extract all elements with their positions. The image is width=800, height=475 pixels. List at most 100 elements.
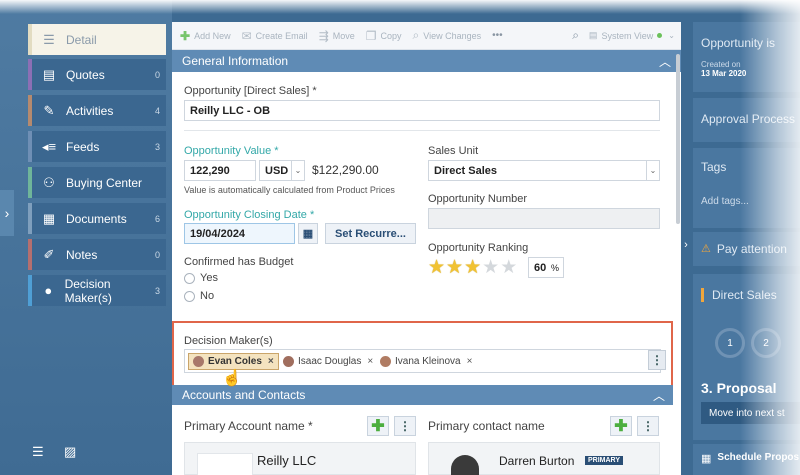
star-icon[interactable]: ★ [482,258,499,277]
approval-process[interactable]: Approval Process [693,98,800,142]
plus-icon: ✚ [180,28,191,43]
quotes-icon: ▤ [42,66,56,82]
close-icon[interactable]: × [467,356,473,367]
schedule-proposal-button[interactable]: ▦ Schedule Propos [693,444,800,475]
view-icon: ▤ [588,30,598,40]
left-sidebar: › ☰ Detail ▤ Quotes 0 ✎ Activities 4 ◂≡ … [0,0,172,475]
sidebar-item-label: Buying Center [66,175,143,190]
account-menu-button[interactable]: ⋮ [394,416,416,436]
opportunity-name-input[interactable]: Reilly LLC - OB [184,100,660,121]
documents-icon: ▦ [42,210,56,226]
star-icon[interactable]: ★ [500,258,517,277]
close-icon[interactable]: × [367,356,373,367]
create-email-button[interactable]: ✉ Create Email [242,29,308,43]
more-actions-button[interactable]: ••• [492,30,503,41]
decision-makers-field[interactable]: Evan Coles × Isaac Douglas × Ivana Klein… [184,349,661,373]
sidebar-item-activities[interactable]: ✎ Activities 4 [28,95,166,126]
opportunity-summary: Opportunity is Created on 13 Mar 2020 [693,22,800,92]
budget-label: Confirmed has Budget [184,256,294,268]
star-icon[interactable]: ★ [446,258,463,277]
sidebar-item-label: Decision Maker(s) [64,276,112,305]
sidebar-item-label: Detail [66,32,97,47]
sidebar-item-detail[interactable]: ☰ Detail [28,24,166,55]
calendar-icon: ▦ [302,228,314,240]
primary-account-card[interactable]: Reilly LLC [184,442,416,475]
set-recurrence-button[interactable]: Set Recurre... [325,223,416,244]
add-new-button[interactable]: ✚ Add New [180,29,231,43]
accounts-contacts-header[interactable]: Accounts and Contacts ︿ [172,385,673,405]
calendar-icon: ▦ [701,453,712,465]
move-next-stage-button[interactable]: Move into next st [701,402,800,424]
sidebar-item-decision-makers[interactable]: ● Decision Maker(s) 3 [28,275,166,306]
ranking-stars[interactable]: ★ ★ ★ ★ ★ [428,258,518,277]
contact-menu-button[interactable]: ⋮ [637,416,659,436]
add-account-button[interactable]: ✚ [367,416,389,436]
sidebar-item-notes[interactable]: ✐ Notes 0 [28,239,166,270]
ranking-percent-input[interactable]: 60 % [528,257,564,278]
primary-contact-card[interactable]: Darren Burton PRIMARY [428,442,660,475]
view-changes-icon: ⌕ [412,28,420,42]
collapse-right-toggle[interactable]: › [681,230,691,260]
move-button[interactable]: ⇶ Move [319,29,355,43]
sidebar-item-feeds[interactable]: ◂≡ Feeds 3 [28,131,166,162]
tags-title: Tags [701,160,727,174]
budget-no-radio[interactable]: No [184,290,214,302]
opportunity-value-formatted: $122,290.00 [312,163,379,177]
chip-ivana-kleinova[interactable]: Ivana Kleinova × [380,353,472,370]
chip-isaac-douglas[interactable]: Isaac Douglas × [283,353,373,370]
view-changes-button[interactable]: ⌕ View Changes [413,28,482,43]
decision-makers-menu-button[interactable]: ⋮ [648,350,666,370]
detail-icon: ☰ [43,31,55,47]
stage-1[interactable]: 1 [715,328,745,358]
person-icon: ● [44,283,53,298]
add-tags-input[interactable]: Add tags... [701,196,800,207]
chevron-down-icon: ⌄ [646,161,659,180]
general-information-header[interactable]: General Information ︿ [172,50,681,72]
currency-select[interactable]: USD ⌄ [259,160,305,181]
toolbar: ✚ Add New ✉ Create Email ⇶ Move ❐ Copy ⌕ View… [172,22,681,50]
primary-contact-label: Primary contact name [428,419,545,433]
system-view-button[interactable]: ▤ System View ⌄ [589,30,675,41]
star-icon[interactable]: ★ [428,258,445,277]
budget-yes-radio[interactable]: Yes [184,272,218,284]
sidebar-item-quotes[interactable]: ▤ Quotes 0 [28,59,166,90]
calendar-button[interactable]: ▦ [298,223,318,244]
main-panel: ✚ Add New ✉ Create Email ⇶ Move ❐ Copy ⌕ View… [172,22,681,475]
copy-icon: ❐ [365,28,377,43]
sidebar-item-documents[interactable]: ▦ Documents 6 [28,203,166,234]
copy-button[interactable]: ❐ Copy [366,29,402,43]
opportunity-number-input[interactable] [428,208,660,229]
sidebar-item-buying-center[interactable]: ⚇ Buying Center [28,167,166,198]
stage-2[interactable]: 2 [751,328,781,358]
opportunity-label: Opportunity [Direct Sales] * [184,85,317,97]
sidebar-item-label: Documents [66,211,127,226]
add-contact-button[interactable]: ✚ [610,416,632,436]
opportunity-value-input[interactable]: 122,290 [184,160,256,181]
sidebar-item-count: 3 [154,285,160,296]
email-icon: ✉ [241,28,252,43]
vertical-dots-icon: ⋮ [399,419,411,433]
search-icon[interactable]: ⌕ [572,28,579,43]
close-icon[interactable]: × [268,356,274,367]
attention-panel[interactable]: ⚠ Pay attention [693,232,800,266]
divider [184,130,660,131]
edit-layout-icon[interactable]: ▨ [64,444,76,460]
sidebar-item-count: 3 [154,141,160,152]
expand-left-toggle[interactable]: › [0,190,14,236]
chevron-down-icon: ⌄ [291,161,304,180]
form-area: Opportunity [Direct Sales] * Reilly LLC … [172,72,673,475]
ranking-label: Opportunity Ranking [428,242,529,254]
move-icon: ⇶ [318,28,329,43]
sales-unit-select[interactable]: Direct Sales ⌄ [428,160,660,181]
contact-avatar [451,455,479,475]
plus-icon: ✚ [614,418,628,435]
notes-icon: ✐ [43,246,55,262]
primary-contact-name: Darren Burton [499,454,575,468]
buying-center-icon: ⚇ [43,174,55,190]
value-hint: Value is automatically calculated from P… [184,185,395,195]
star-icon[interactable]: ★ [464,258,481,277]
closing-date-label: Opportunity Closing Date * [184,209,315,221]
list-view-icon[interactable]: ☰ [32,444,44,460]
closing-date-input[interactable]: 19/04/2024 [184,223,295,244]
avatar [283,356,294,367]
